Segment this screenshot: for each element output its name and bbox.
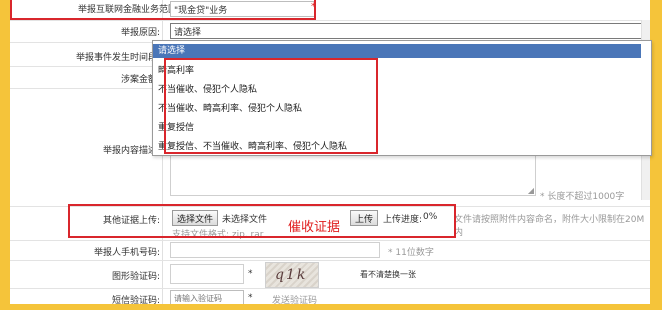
- description-hint: * 长度不超过1000字: [540, 192, 625, 202]
- time-label: 举报事件发生时间段:: [75, 53, 160, 63]
- sms-row: 短信验证码: * 发送验证码: [10, 288, 650, 304]
- captcha-row: 图形验证码: * 看不清楚换一张: [10, 260, 650, 289]
- phone-hint: * 11位数字: [388, 248, 434, 258]
- phone-input[interactable]: [170, 242, 380, 258]
- captcha-code: q1k: [275, 267, 308, 283]
- captcha-label: 图形验证码:: [111, 272, 160, 282]
- reason-label: 举报原因:: [120, 28, 160, 38]
- captcha-required-mark: *: [248, 269, 253, 279]
- captcha-image[interactable]: q1k: [265, 262, 319, 288]
- sms-label: 短信验证码:: [111, 296, 160, 304]
- options-highlight-box: [164, 58, 378, 154]
- upload-notice: 文件请按照附件内容命名，附件大小限制在20M内: [454, 215, 645, 238]
- reason-select[interactable]: 请选择: [170, 23, 650, 39]
- resize-grip-icon[interactable]: ◢: [528, 186, 534, 195]
- sms-required-mark: *: [248, 293, 253, 303]
- refresh-captcha-link[interactable]: 看不清楚换一张: [360, 269, 416, 280]
- phone-label: 举报人手机号码:: [93, 248, 160, 258]
- phone-row: 举报人手机号码: * 11位数字: [10, 240, 650, 261]
- send-code-button[interactable]: 发送验证码: [272, 293, 317, 304]
- upload-highlight-box: [68, 204, 456, 238]
- scope-highlight-box: [10, 0, 316, 20]
- captcha-input[interactable]: [170, 264, 244, 284]
- reason-option-placeholder[interactable]: 请选择: [153, 44, 641, 58]
- sms-code-input[interactable]: [170, 290, 244, 304]
